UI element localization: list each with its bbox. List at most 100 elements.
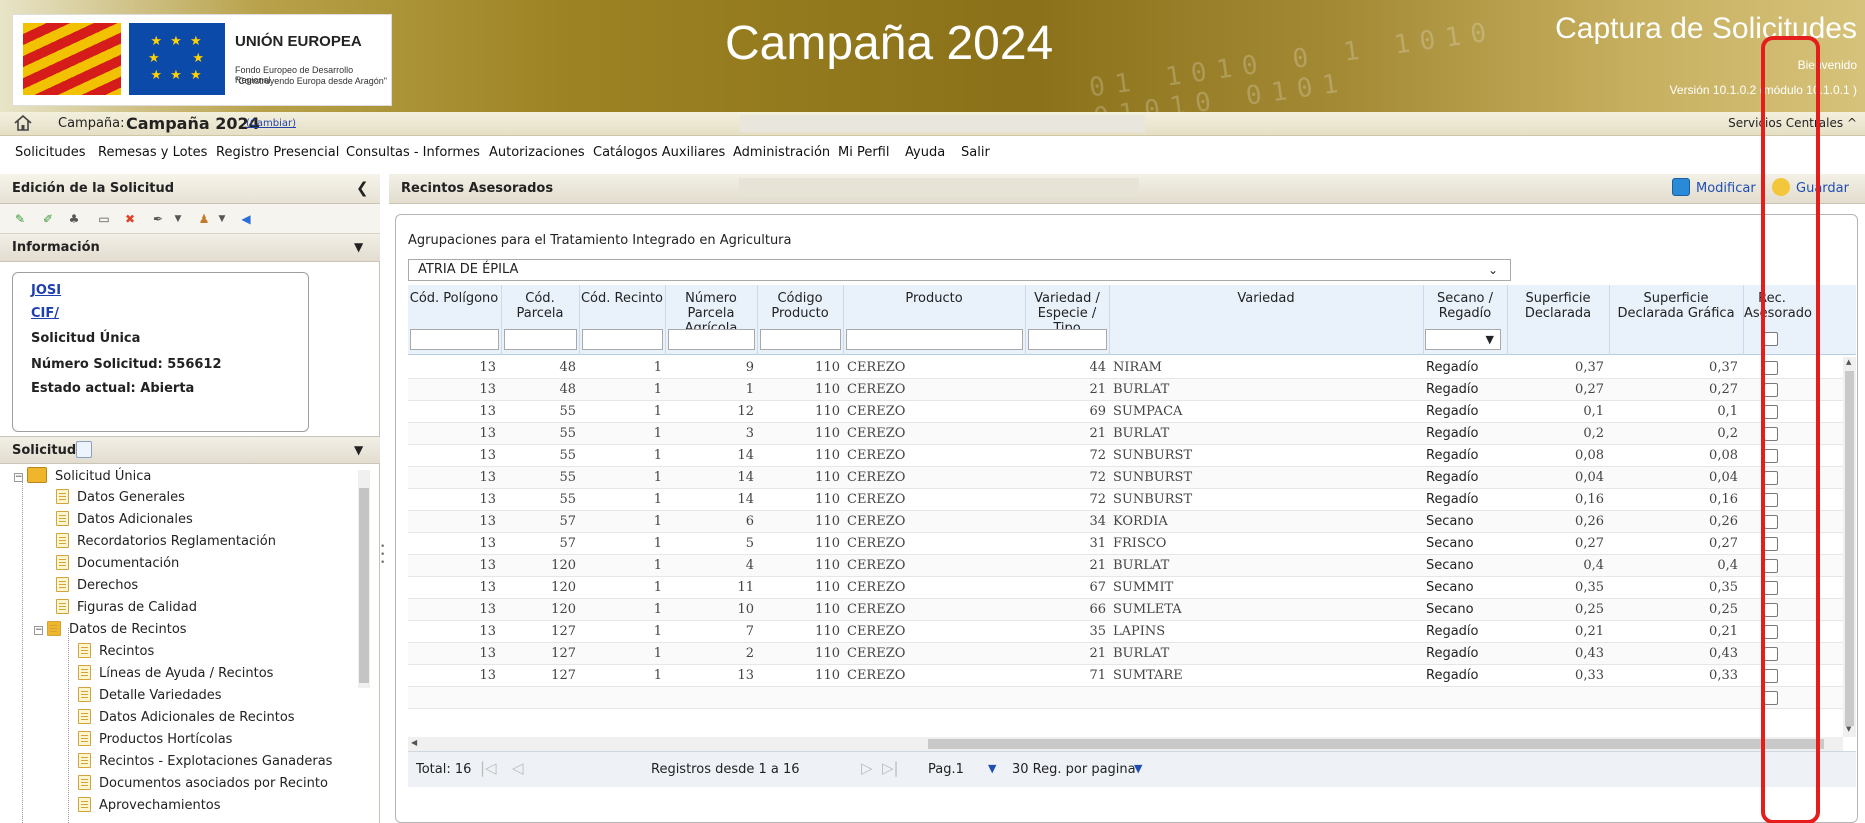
grid-hscrollbar[interactable]: ◀	[408, 737, 1843, 751]
scroll-left-icon[interactable]: ◀	[411, 738, 417, 747]
col-sup-decl[interactable]: Superficie Declarada	[1508, 291, 1608, 321]
rec-asesorado-checkbox[interactable]	[1764, 647, 1778, 661]
modify-button[interactable]: Modificar	[1672, 178, 1756, 200]
filter-variedad-tipo[interactable]	[1028, 329, 1107, 350]
edit-icon[interactable]: ✐	[40, 211, 56, 227]
menu-solicitudes[interactable]: Solicitudes	[15, 145, 86, 160]
collapse-node-icon[interactable]: −	[34, 626, 43, 635]
tree-node-detalle-variedades[interactable]: Detalle Variedades	[78, 685, 221, 706]
filter-num-parcela[interactable]	[668, 329, 755, 350]
rec-asesorado-checkbox[interactable]	[1764, 559, 1778, 573]
menu-salir[interactable]: Salir	[961, 145, 990, 160]
col-cod-producto[interactable]: Código Producto	[758, 291, 842, 321]
tree-node-documentacion[interactable]: Documentación	[56, 553, 179, 574]
col-parcela[interactable]: Cód. Parcela	[502, 291, 578, 321]
rec-asesorado-checkbox[interactable]	[1764, 449, 1778, 463]
tree-node-productos-horticolas[interactable]: Productos Hortícolas	[78, 729, 232, 750]
rec-asesorado-checkbox[interactable]	[1764, 669, 1778, 683]
rec-asesorado-checkbox[interactable]	[1764, 471, 1778, 485]
table-row[interactable]: 13 120 1 10 110 CEREZO 66 SUMLETA Secano 0,25 0,25	[408, 599, 1843, 621]
rec-asesorado-checkbox[interactable]	[1764, 603, 1778, 617]
col-variedad[interactable]: Variedad	[1110, 291, 1422, 306]
table-row[interactable]: 13 55 1 3 110 CEREZO 21 BURLAT Regadío 0,2 0,2	[408, 423, 1843, 445]
print-icon[interactable]: ▭	[96, 211, 112, 227]
user-link[interactable]: JOSI	[31, 283, 61, 298]
col-rec-ases[interactable]: Rec. Asesorado	[1744, 291, 1812, 321]
menu-mi-perfil[interactable]: Mi Perfil	[838, 145, 889, 160]
tree-node-aprovechamientos[interactable]: Aprovechamientos	[78, 795, 221, 816]
rec-asesorado-checkbox[interactable]	[1764, 493, 1778, 507]
tree-node-figuras-calidad[interactable]: Figuras de Calidad	[56, 597, 197, 618]
table-row[interactable]: 13 55 1 14 110 CEREZO 72 SUNBURST Regadío 0,04 0,0…	[408, 467, 1843, 489]
change-campaign-link[interactable]: (Cambiar)	[246, 118, 296, 129]
scroll-up-icon[interactable]: ▲	[1846, 358, 1851, 366]
tree-node-datos-recintos[interactable]: − Datos de Recintos	[34, 619, 187, 640]
col-sup-graf[interactable]: Superficie Declarada Gráfica	[1610, 291, 1742, 321]
col-producto[interactable]: Producto	[844, 291, 1024, 306]
last-page-icon[interactable]: ▷|	[882, 759, 899, 777]
filter-rec-ases-checkbox[interactable]	[1764, 332, 1778, 346]
table-row[interactable]: 13 127 1 2 110 CEREZO 21 BURLAT Regadío 0,43 0,43	[408, 643, 1843, 665]
scroll-down-icon[interactable]: ▼	[1846, 725, 1851, 733]
table-row[interactable]: 13 120 1 4 110 CEREZO 21 BURLAT Secano 0,4 0,4	[408, 555, 1843, 577]
menu-ayuda[interactable]: Ayuda	[905, 145, 945, 160]
rec-asesorado-checkbox[interactable]	[1764, 581, 1778, 595]
grid-hscroll-thumb[interactable]	[928, 739, 1824, 749]
filter-cod-producto[interactable]	[760, 329, 841, 350]
table-row[interactable]: 13 57 1 5 110 CEREZO 31 FRISCO Secano 0,27 0,27	[408, 533, 1843, 555]
collapse-left-icon[interactable]: ❮	[356, 179, 369, 197]
tree-node-recordatorios[interactable]: Recordatorios Reglamentación	[56, 531, 276, 552]
home-icon[interactable]	[14, 115, 32, 131]
panel-splitter[interactable]: • • •	[380, 543, 386, 579]
rec-asesorado-checkbox[interactable]	[1764, 383, 1778, 397]
next-page-icon[interactable]: ▷	[861, 759, 873, 777]
table-row[interactable]: 13 55 1 12 110 CEREZO 69 SUMPACA Regadío 0,1 0,1	[408, 401, 1843, 423]
table-row[interactable]: 13 55 1 14 110 CEREZO 72 SUNBURST Regadío 0,08 0,0…	[408, 445, 1843, 467]
menu-administracion[interactable]: Administración	[733, 145, 830, 160]
tree-node-derechos[interactable]: Derechos	[56, 575, 138, 596]
menu-registro-presencial[interactable]: Registro Presencial	[216, 145, 339, 160]
table-row[interactable]: 13 48 1 1 110 CEREZO 21 BURLAT Regadío 0,27 0,27	[408, 379, 1843, 401]
rec-asesorado-checkbox[interactable]	[1764, 515, 1778, 529]
rec-asesorado-checkbox[interactable]	[1764, 361, 1778, 375]
solicitud-section-header[interactable]: Solicitud ▼	[0, 436, 380, 464]
back-icon[interactable]: ◀	[238, 211, 254, 227]
table-row[interactable]: 13 127 1 7 110 CEREZO 35 LAPINS Regadío 0,21 0,21	[408, 621, 1843, 643]
solicitud-toggle-icon[interactable]: ▼	[354, 443, 363, 457]
per-page-dropdown-icon[interactable]: ▼	[1134, 762, 1142, 775]
pager-per-page[interactable]: 30 Reg. por pagina	[1012, 762, 1136, 777]
info-toggle-icon[interactable]: ▼	[354, 240, 363, 254]
search-icon[interactable]: ♣	[66, 211, 82, 227]
menu-autorizaciones[interactable]: Autorizaciones	[489, 145, 585, 160]
collapse-node-icon[interactable]: −	[14, 473, 23, 482]
menu-consultas-informes[interactable]: Consultas - Informes	[346, 145, 480, 160]
tree-node-recintos[interactable]: Recintos	[78, 641, 154, 662]
menu-catalogos-auxiliares[interactable]: Catálogos Auxiliares	[593, 145, 725, 160]
tree-scrollbar[interactable]	[358, 470, 370, 688]
first-page-icon[interactable]: |◁	[480, 759, 497, 777]
filter-secano-select[interactable]: ▼	[1425, 329, 1501, 350]
grid-vscrollbar[interactable]: ▲ ▼	[1843, 357, 1856, 737]
info-section-header[interactable]: Información ▼	[0, 234, 380, 262]
user-dropdown-icon[interactable]: ▼	[214, 211, 230, 227]
agrupacion-select[interactable]: ATRIA DE ÉPILA ⌄	[408, 259, 1511, 281]
table-row[interactable]: 13 55 1 14 110 CEREZO 72 SUNBURST Regadío 0,16 0,1…	[408, 489, 1843, 511]
filter-producto[interactable]	[846, 329, 1023, 350]
collapse-all-icon[interactable]	[76, 441, 92, 458]
new-icon[interactable]: ✎	[12, 211, 28, 227]
tree-node-solicitud-unica[interactable]: − Solicitud Única	[14, 466, 151, 487]
filter-poligono[interactable]	[410, 329, 499, 350]
page-dropdown-icon[interactable]: ▼	[988, 762, 996, 775]
pen-dropdown-icon[interactable]: ▼	[170, 211, 186, 227]
rec-asesorado-checkbox[interactable]	[1764, 405, 1778, 419]
tree-scroll-thumb[interactable]	[359, 488, 369, 683]
tree-node-lineas-ayuda[interactable]: Líneas de Ayuda / Recintos	[78, 663, 273, 684]
filter-parcela[interactable]	[504, 329, 577, 350]
table-row[interactable]: 13 57 1 6 110 CEREZO 34 KORDIA Secano 0,26 0,26	[408, 511, 1843, 533]
col-poligono[interactable]: Cód. Polígono	[408, 291, 500, 306]
tree-node-documentos-recinto[interactable]: Documentos asociados por Recinto	[78, 773, 328, 794]
save-button[interactable]: Guardar	[1772, 178, 1849, 200]
tree-node-datos-generales[interactable]: Datos Generales	[56, 487, 185, 508]
rec-asesorado-checkbox[interactable]	[1764, 691, 1778, 705]
rec-asesorado-checkbox[interactable]	[1764, 537, 1778, 551]
